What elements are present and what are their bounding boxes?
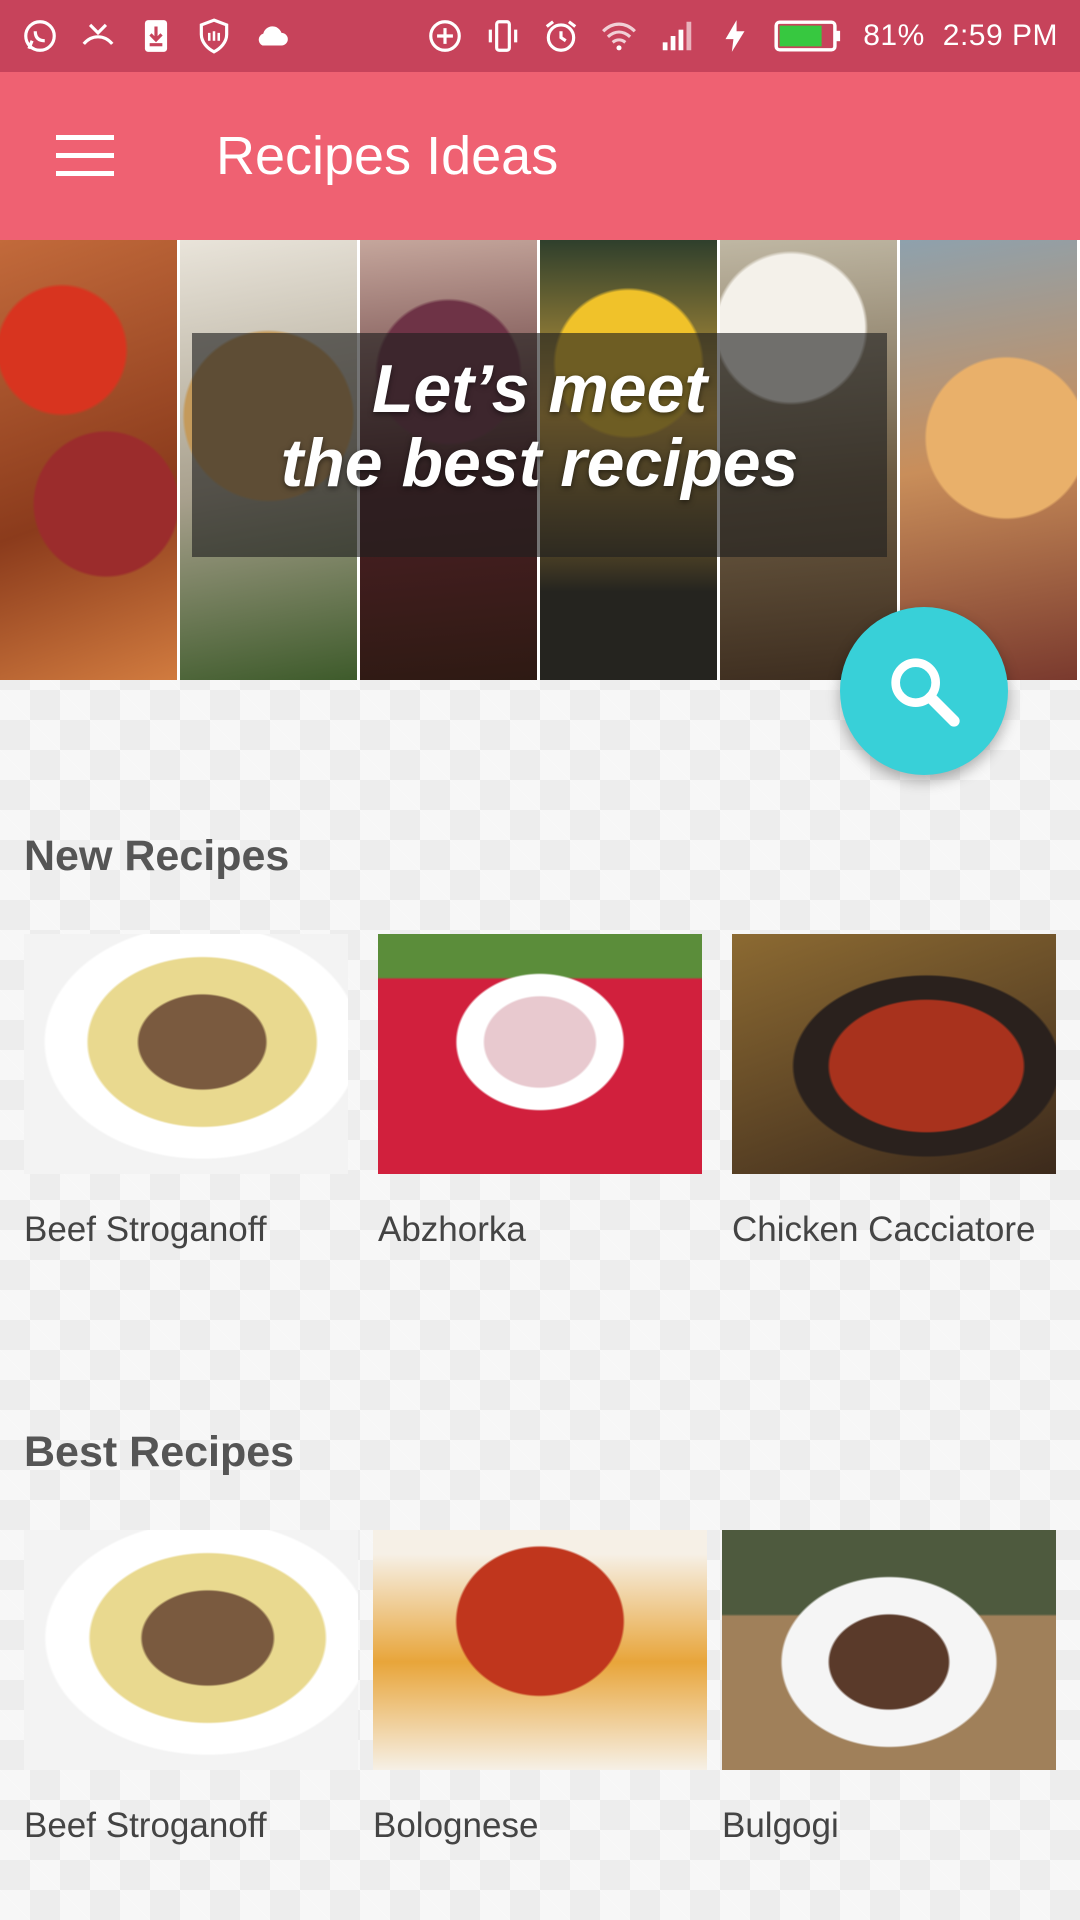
recipe-card-bulgogi[interactable]: Bulgogi [722,1530,1056,1846]
shield-icon [194,16,234,56]
missed-call-icon [78,16,118,56]
new-recipes-heading: New Recipes [24,832,290,880]
cloud-icon [252,16,292,56]
hero-tagline: Let’s meet the best recipes [192,352,887,500]
hero-photo-beef-wellington [0,240,180,680]
recipe-image [378,934,702,1174]
data-saver-icon [425,16,465,56]
recipe-title: Chicken Cacciatore [732,1210,1036,1249]
recipe-title: Beef Stroganoff [24,1806,267,1845]
vibrate-icon [483,16,523,56]
recipe-title: Bolognese [373,1806,539,1845]
search-icon [891,658,960,727]
whatsapp-icon [20,16,60,56]
recipe-image [373,1530,707,1770]
recipe-card-abzhorka[interactable]: Abzhorka [378,934,702,1250]
clock: 2:59 PM [942,19,1058,52]
recipe-image [732,934,1056,1174]
recipe-card-bolognese[interactable]: Bolognese [373,1530,707,1846]
signal-icon [657,16,697,56]
recipe-card-beef-stroganoff[interactable]: Beef Stroganoff [24,1530,358,1846]
recipe-image [24,1530,358,1770]
wifi-icon [599,16,639,56]
battery-percentage: 81% [863,19,925,52]
recipe-title: Beef Stroganoff [24,1210,267,1249]
menu-button[interactable] [0,72,170,240]
hero-tagline-line1: Let’s meet [371,351,708,427]
hamburger-menu-icon [56,135,114,176]
recipe-title: Abzhorka [378,1210,526,1249]
recipe-title: Bulgogi [722,1806,839,1845]
page-title: Recipes Ideas [216,126,559,186]
alarm-icon [541,16,581,56]
recipe-card-chicken-cacciatore[interactable]: Chicken Cacciatore [732,934,1056,1250]
hero-tagline-line2: the best recipes [280,425,799,501]
battery-icon [773,16,845,56]
recipe-card-beef-stroganoff[interactable]: Beef Stroganoff [24,934,348,1250]
charging-icon [715,16,755,56]
best-recipes-heading: Best Recipes [24,1428,295,1476]
recipe-image [722,1530,1056,1770]
status-bar: 81% 2:59 PM [0,0,1080,72]
recipe-image [24,934,348,1174]
search-button[interactable] [840,607,1008,775]
download-icon [136,16,176,56]
app-bar: Recipes Ideas [0,72,1080,240]
